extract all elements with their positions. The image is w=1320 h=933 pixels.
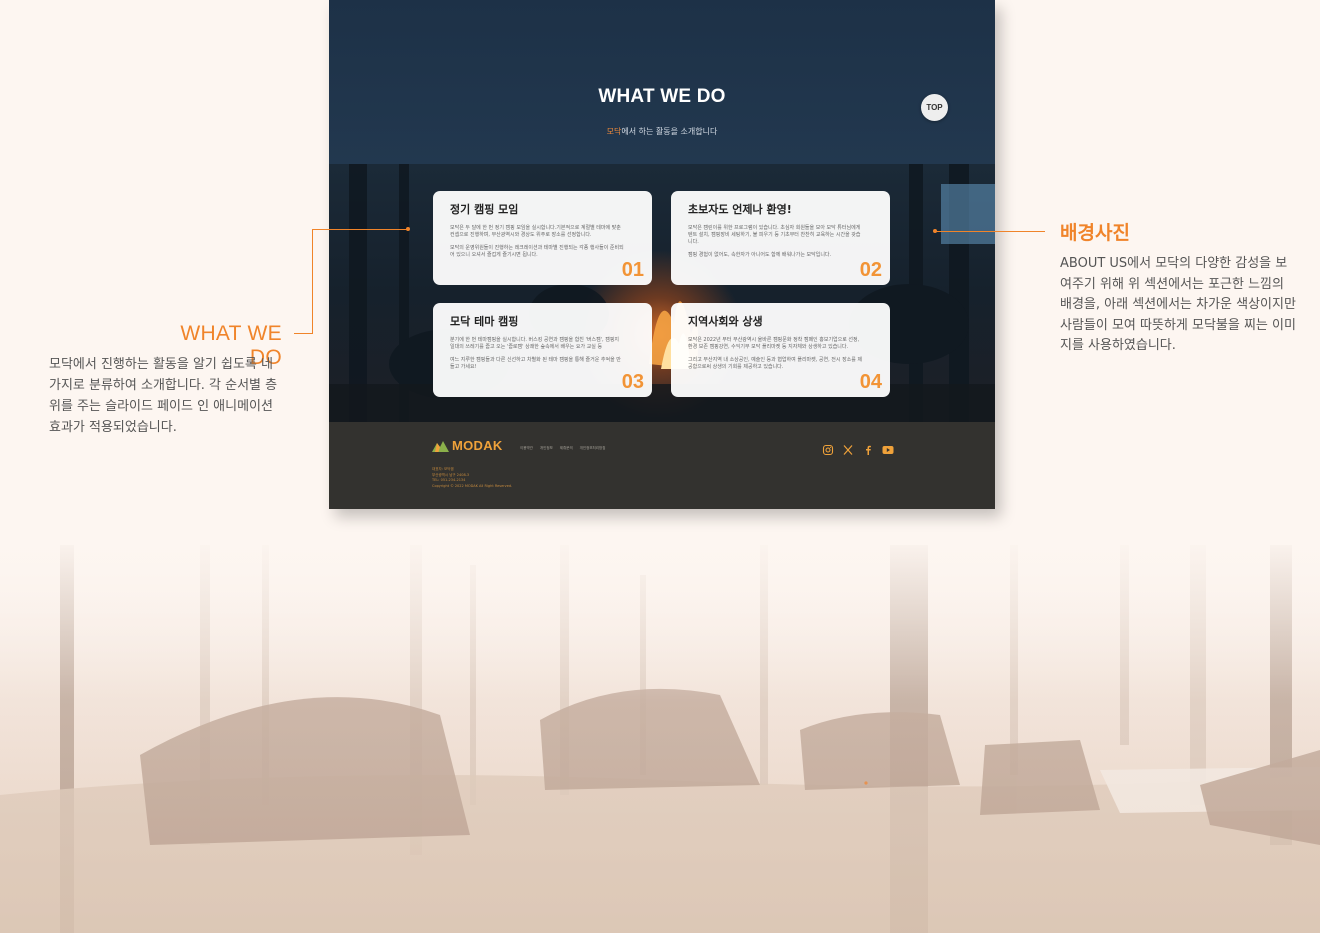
footer-link[interactable]: 제휴문의: [560, 446, 573, 451]
card-title: 지역사회와 상생: [688, 315, 763, 328]
x-icon[interactable]: [842, 441, 854, 455]
card-number: 02: [859, 259, 882, 281]
annotation-dot: [933, 229, 937, 233]
social-links: [822, 441, 894, 456]
card-description: 그리고 부산지역 내 소상공인, 예술인 등과 협업하여 플리마켓, 공연, 전…: [688, 357, 863, 370]
activity-card-02: 초보자도 언제나 환영! 모닥은 캠린이를 위한 프로그램이 있습니다. 초심자…: [671, 191, 890, 285]
activity-card-04: 지역사회와 상생 모닥은 2022년 부터 부산광역시 울바른 캠핑문화 정착 …: [671, 303, 890, 397]
subtitle-accent: 모닥: [606, 127, 622, 136]
what-we-do-hero: WHAT WE DO 모닥에서 하는 활동을 소개합니다 TOP: [329, 0, 995, 164]
website-mockup: WHAT WE DO 모닥에서 하는 활동을 소개합니다 TOP 정기 캠핑 모…: [329, 0, 995, 509]
activity-section: 정기 캠핑 모임 모닥은 두 달에 한 번 정기 캠핑 모임을 실시합니다.기본…: [329, 164, 995, 422]
card-title: 모닥 테마 캠핑: [450, 315, 519, 328]
footer-info-line: Copyright © 2022 MODAK All Right Reserve…: [432, 483, 513, 488]
annotation-connector: [312, 229, 408, 230]
scroll-top-button[interactable]: TOP: [921, 94, 948, 121]
modak-logo[interactable]: MODAK: [432, 438, 503, 453]
card-description: 분기에 한 번 테마캠핑을 실시합니다. 버스킹 공연과 캠핑을 합친 '버스캠…: [450, 337, 620, 350]
instagram-icon[interactable]: [822, 441, 834, 456]
activity-card-01: 정기 캠핑 모임 모닥은 두 달에 한 번 정기 캠핑 모임을 실시합니다.기본…: [433, 191, 652, 285]
card-number: 03: [621, 371, 644, 393]
card-title: 정기 캠핑 모임: [450, 203, 519, 216]
card-description: 모닥은 두 달에 한 번 정기 캠핑 모임을 실시합니다.기본적으로 계절별 테…: [450, 225, 621, 238]
logo-text: MODAK: [452, 438, 503, 453]
annotation-connector: [294, 333, 312, 334]
annotation-connector: [935, 231, 1045, 232]
annotation-connector: [312, 229, 313, 334]
card-number: 01: [621, 259, 644, 281]
campfire-background-image: [329, 164, 995, 422]
subtitle-text: 에서 하는 활동을 소개합니다: [621, 127, 718, 136]
card-description: 모닥의 운영위원들이 진행하는 레크레이션과 테마별 진행되는 각종 행사들이 …: [450, 245, 624, 258]
annotation-dot: [406, 227, 410, 231]
card-description: 모닥은 캠린이를 위한 프로그램이 있습니다. 초심자 회원들을 모아 모닥 튜…: [688, 225, 861, 245]
youtube-icon[interactable]: [882, 441, 894, 454]
section-title: WHAT WE DO: [598, 86, 726, 107]
facebook-icon[interactable]: [862, 441, 874, 455]
footer-link[interactable]: 개인정보처리방침: [580, 446, 606, 451]
activity-card-03: 모닥 테마 캠핑 분기에 한 번 테마캠핑을 실시합니다. 버스킹 공연과 캠핑…: [433, 303, 652, 397]
site-footer: MODAK 이용약관 개인정보 제휴문의 개인정보처리방침 대표자: 모닥캠 부…: [329, 422, 995, 509]
card-description: 모닥은 2022년 부터 부산광역시 울바른 캠핑문화 정착 캠페인 홍보기업으…: [688, 337, 860, 350]
mountain-logo-icon: [432, 440, 449, 452]
annotation-right-title: 배경사진: [1060, 222, 1130, 244]
footer-company-info: 대표자: 모닥캠 부산광역시 남구 2408-3 TEL: 051-234-21…: [432, 467, 632, 489]
card-description: 캠핑 경험이 없어도, 속한자가 아니어도 함께 배워나가는 모닥입니다.: [688, 252, 832, 258]
footer-link[interactable]: 개인정보: [540, 446, 553, 451]
annotation-left-text: 모닥에서 진행하는 활동을 알기 쉽도록 네 가지로 분류하여 소개합니다. 각…: [49, 357, 278, 435]
annotation-right-text: ABOUT US에서 모닥의 다양한 감성을 보여주기 위해 위 섹션에서는 포…: [1060, 256, 1296, 353]
card-description: 여느 지루한 캠핑들과 다른 신선하고 차별화 된 테마 캠핑을 통해 즐거운 …: [450, 357, 621, 370]
foggy-forest-background: [0, 545, 1320, 933]
card-number: 04: [859, 371, 882, 393]
footer-nav: 이용약관 개인정보 제휴문의 개인정보처리방침: [520, 446, 605, 451]
section-subtitle: 모닥에서 하는 활동을 소개합니다: [329, 126, 995, 137]
card-title: 초보자도 언제나 환영!: [688, 203, 792, 216]
footer-link[interactable]: 이용약관: [520, 446, 533, 451]
